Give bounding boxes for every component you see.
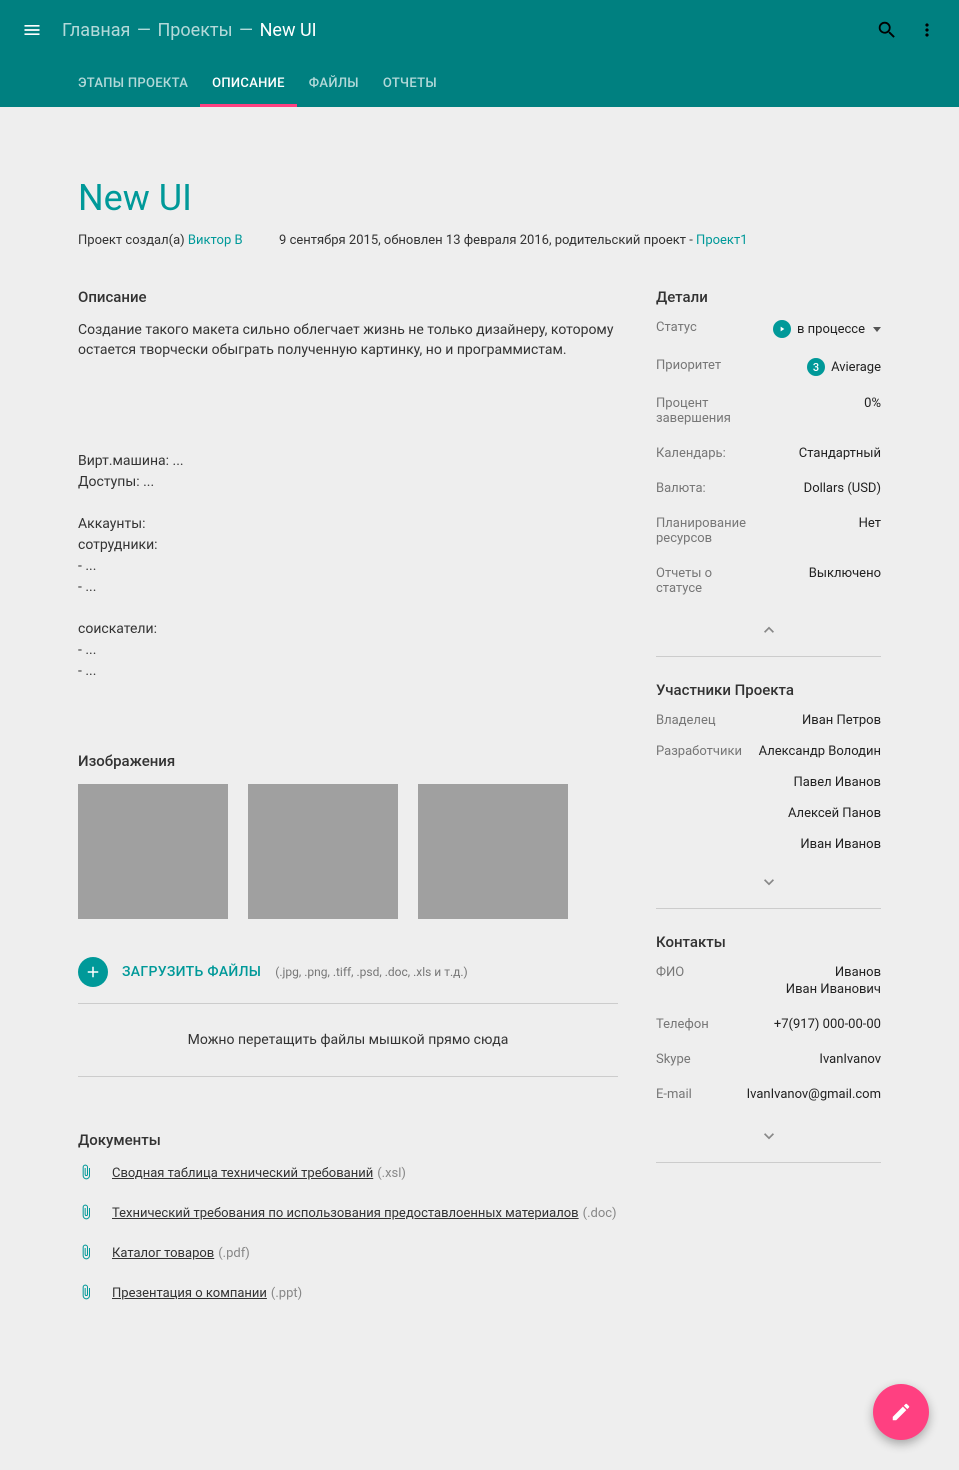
document-ext: (.ppt) bbox=[271, 1286, 302, 1301]
dev-name: Павел Иванов bbox=[656, 775, 881, 790]
document-item[interactable]: Каталог товаров (.pdf) bbox=[78, 1243, 618, 1265]
status-value[interactable]: в процессе bbox=[697, 320, 881, 338]
contacts-heading: Контакты bbox=[656, 933, 881, 951]
search-icon[interactable] bbox=[867, 10, 907, 50]
document-item[interactable]: Сводная таблица технический требований (.… bbox=[78, 1163, 618, 1185]
percent-label: Процент завершения bbox=[656, 396, 756, 426]
planning-label: Планирование ресурсов bbox=[656, 516, 756, 546]
expand-members-button[interactable] bbox=[656, 868, 881, 904]
tab-stages[interactable]: ЭТАПЫ ПРОЕКТА bbox=[66, 60, 200, 107]
phone-value: +7(917) 000-00-00 bbox=[709, 1017, 881, 1032]
expand-contacts-button[interactable] bbox=[656, 1122, 881, 1158]
dev-name: Александр Володин bbox=[759, 744, 881, 759]
fio-value: Иванов bbox=[835, 965, 881, 980]
devs-label: Разработчики bbox=[656, 744, 742, 759]
attachment-icon bbox=[78, 1243, 94, 1265]
breadcrumb-current: New UI bbox=[260, 20, 317, 41]
image-thumbnail[interactable] bbox=[418, 784, 568, 919]
images-row bbox=[78, 784, 618, 919]
skype-label: Skype bbox=[656, 1052, 691, 1067]
document-ext: (.doc) bbox=[583, 1206, 617, 1221]
document-ext: (.pdf) bbox=[218, 1246, 250, 1261]
more-icon[interactable] bbox=[907, 10, 947, 50]
parent-project-link[interactable]: Проект1 bbox=[696, 233, 747, 248]
dev-name: Алексей Панов bbox=[656, 806, 881, 821]
document-name: Каталог товаров bbox=[112, 1246, 214, 1261]
owner-label: Владелец bbox=[656, 713, 716, 728]
document-item[interactable]: Презентация о компании (.ppt) bbox=[78, 1283, 618, 1305]
breadcrumb-home[interactable]: Главная bbox=[62, 20, 130, 41]
description-heading: Описание bbox=[78, 288, 618, 306]
owner-value: Иван Петров bbox=[802, 713, 881, 728]
documents-heading: Документы bbox=[78, 1131, 618, 1149]
fio-label: ФИО bbox=[656, 965, 684, 980]
project-meta: Проект создал(а) Виктор В 9 сентября 201… bbox=[78, 233, 881, 248]
tab-description[interactable]: ОПИСАНИЕ bbox=[200, 60, 297, 107]
project-dates: 9 сентября 2015, обновлен 13 февраля 201… bbox=[279, 233, 696, 248]
document-item[interactable]: Технический требования по использования … bbox=[78, 1203, 618, 1225]
members-heading: Участники Проекта bbox=[656, 681, 881, 699]
statusreports-label: Отчеты о статусе bbox=[656, 566, 756, 596]
chevron-down-icon bbox=[873, 327, 881, 332]
currency-value: Dollars (USD) bbox=[706, 481, 881, 496]
attachment-icon bbox=[78, 1283, 94, 1305]
collapse-details-button[interactable] bbox=[656, 616, 881, 652]
page-title: New UI bbox=[78, 177, 881, 219]
plus-icon bbox=[78, 957, 108, 987]
description-text: Создание такого макета сильно облегчает … bbox=[78, 320, 618, 361]
priority-label: Приоритет bbox=[656, 358, 721, 373]
document-ext: (.xsl) bbox=[377, 1166, 406, 1181]
upload-label: ЗАГРУЗИТЬ ФАЙЛЫ bbox=[122, 964, 261, 980]
calendar-label: Календарь: bbox=[656, 446, 726, 461]
upload-hint: (.jpg, .png, .tiff, .psd, .doc, .xls и т… bbox=[275, 965, 467, 979]
tab-reports[interactable]: ОТЧЕТЫ bbox=[371, 60, 449, 107]
calendar-value: Стандартный bbox=[726, 446, 881, 461]
priority-value: Avierage bbox=[831, 360, 881, 375]
tab-files[interactable]: ФАЙЛЫ bbox=[297, 60, 371, 107]
breadcrumb-projects[interactable]: Проекты bbox=[157, 20, 232, 41]
tabs: ЭТАПЫ ПРОЕКТА ОПИСАНИЕ ФАЙЛЫ ОТЧЕТЫ bbox=[12, 60, 947, 107]
planning-value: Нет bbox=[756, 516, 881, 531]
percent-value: 0% bbox=[756, 396, 881, 411]
attachment-icon bbox=[78, 1163, 94, 1185]
priority-badge: 3 bbox=[807, 358, 825, 376]
currency-label: Валюта: bbox=[656, 481, 706, 496]
breadcrumb: Главная — Проекты — New UI bbox=[62, 20, 317, 41]
menu-icon[interactable] bbox=[12, 10, 52, 50]
skype-value: IvanIvanov bbox=[691, 1052, 881, 1067]
images-heading: Изображения bbox=[78, 752, 618, 770]
statusreports-value: Выключено bbox=[756, 566, 881, 581]
play-icon bbox=[773, 320, 791, 338]
image-thumbnail[interactable] bbox=[78, 784, 228, 919]
document-name: Презентация о компании bbox=[112, 1286, 267, 1301]
created-by-label: Проект создал(а) bbox=[78, 233, 188, 248]
document-name: Сводная таблица технический требований bbox=[112, 1166, 373, 1181]
app-bar: Главная — Проекты — New UI ЭТАПЫ ПРОЕКТА… bbox=[0, 0, 959, 107]
description-block: Вирт.машина: ... Доступы: ... Аккаунты: … bbox=[78, 451, 618, 682]
email-label: E-mail bbox=[656, 1087, 692, 1102]
image-thumbnail[interactable] bbox=[248, 784, 398, 919]
attachment-icon bbox=[78, 1203, 94, 1225]
fio-value-2: Иван Иванович bbox=[786, 982, 881, 997]
upload-files-row[interactable]: ЗАГРУЗИТЬ ФАЙЛЫ (.jpg, .png, .tiff, .psd… bbox=[78, 951, 618, 1004]
creator-link[interactable]: Виктор В bbox=[188, 233, 243, 248]
edit-fab[interactable] bbox=[873, 1384, 929, 1440]
phone-label: Телефон bbox=[656, 1017, 709, 1032]
details-heading: Детали bbox=[656, 288, 881, 306]
dropzone[interactable]: Можно перетащить файлы мышкой прямо сюда bbox=[78, 1004, 618, 1077]
status-label: Статус bbox=[656, 320, 697, 335]
email-value: IvanIvanov@gmail.com bbox=[692, 1087, 881, 1102]
document-name: Технический требования по использования … bbox=[112, 1206, 579, 1221]
dev-name: Иван Иванов bbox=[656, 837, 881, 852]
